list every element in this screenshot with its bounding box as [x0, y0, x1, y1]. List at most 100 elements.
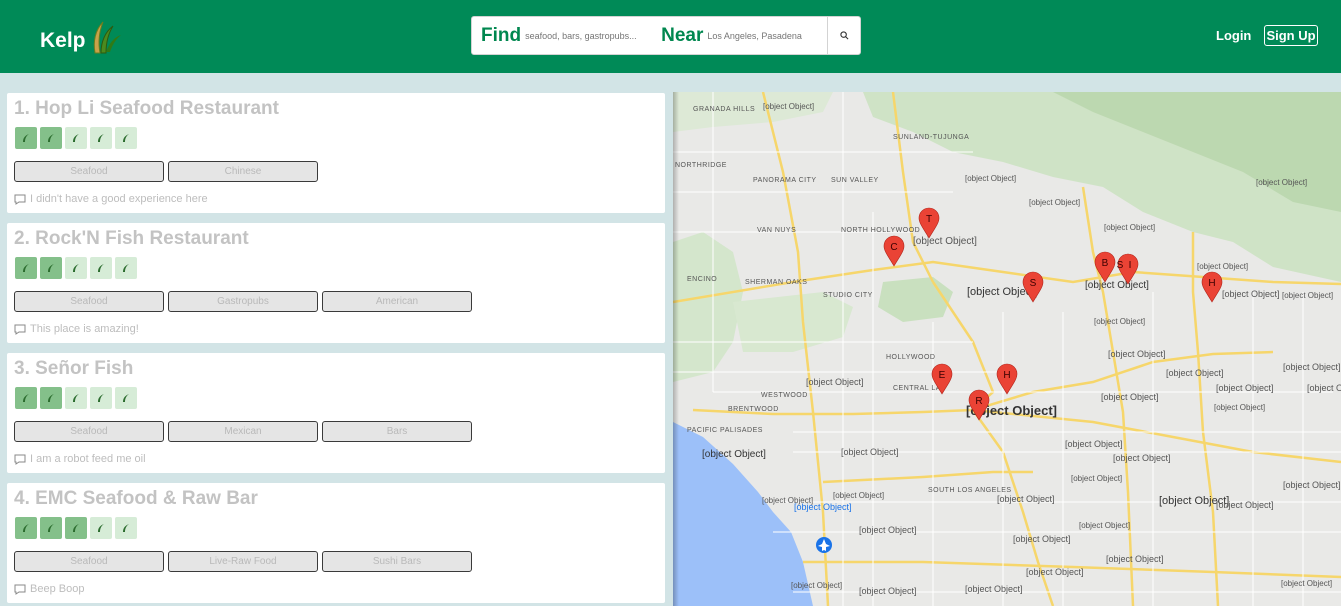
- map-place-label: [object Object]: [965, 174, 1016, 183]
- review-text: I am a robot feed me oil: [30, 453, 146, 465]
- category-tags: Seafood Live-Raw Food Sushi Bars: [14, 551, 472, 572]
- map-place-label: [object Object]: [1283, 480, 1341, 490]
- rating-stars: [15, 127, 137, 149]
- category-tag[interactable]: Seafood: [14, 291, 164, 312]
- map-place-label: [object Object]: [794, 502, 852, 512]
- kelp-rating-icon: [115, 257, 137, 279]
- map-place-label: [object Object]: [1113, 453, 1171, 463]
- kelp-rating-icon: [40, 257, 62, 279]
- result-title[interactable]: 3. Señor Fish: [14, 358, 133, 380]
- result-card[interactable]: 4. EMC Seafood & Raw Bar Seafood Live-Ra…: [7, 483, 665, 603]
- map-place-label: [object Object]: [1197, 262, 1248, 271]
- category-tag[interactable]: Live-Raw Food: [168, 551, 318, 572]
- map-place-label: [object Object]: [997, 494, 1055, 504]
- result-card[interactable]: 3. Señor Fish Seafood Mexican Bars I am …: [7, 353, 665, 473]
- map-district-label: STUDIO CITY: [823, 292, 873, 299]
- result-title[interactable]: 4. EMC Seafood & Raw Bar: [14, 488, 258, 510]
- kelp-rating-icon: [115, 127, 137, 149]
- kelp-rating-icon: [115, 387, 137, 409]
- map-place-label: [object Object]: [1108, 349, 1166, 359]
- map-marker-label: S: [1117, 260, 1124, 271]
- map-district-label: BRENTWOOD: [728, 406, 779, 413]
- results-map[interactable]: GRANADA HILLS SUNLAND-TUJUNGA NORTHRIDGE…: [673, 92, 1341, 606]
- map-district-label: NORTH HOLLYWOOD: [841, 227, 920, 234]
- map-place-label: [object Object]: [1101, 392, 1159, 402]
- near-label: Near: [661, 24, 704, 46]
- map-place-label: [object Object]: [791, 581, 842, 590]
- search-button[interactable]: [827, 17, 860, 54]
- map-place-label: [object Object]: [1214, 403, 1265, 412]
- map-marker-label: C: [890, 242, 897, 253]
- comment-icon: [14, 324, 26, 335]
- rating-stars: [15, 387, 137, 409]
- near-input[interactable]: [707, 30, 828, 41]
- map-district-label: WESTWOOD: [761, 392, 808, 399]
- kelp-rating-icon: [65, 387, 87, 409]
- kelp-rating-icon: [65, 127, 87, 149]
- result-card[interactable]: 2. Rock'N Fish Restaurant Seafood Gastro…: [7, 223, 665, 343]
- map-district-label: ENCINO: [687, 276, 717, 283]
- result-title[interactable]: 2. Rock'N Fish Restaurant: [14, 228, 249, 250]
- category-tag[interactable]: Seafood: [14, 161, 164, 182]
- map-district-label: HOLLYWOOD: [886, 354, 936, 361]
- comment-icon: [14, 584, 26, 595]
- map-place-label: [object Object]: [1216, 383, 1274, 393]
- category-tags: Seafood Chinese: [14, 161, 318, 182]
- kelp-rating-icon: [15, 127, 37, 149]
- review-snippet: Beep Boop: [14, 583, 84, 595]
- map-place-label: [object Object]: [806, 377, 864, 387]
- kelp-rating-icon: [15, 257, 37, 279]
- map-marker-label: S: [1030, 278, 1037, 289]
- map-marker-label: B: [1102, 258, 1109, 269]
- map-district-label: SOUTH LOS ANGELES: [928, 487, 1012, 494]
- map-place-label: [object Object]: [913, 236, 977, 247]
- review-snippet: I am a robot feed me oil: [14, 453, 146, 465]
- map-place-label: [object Object]: [1282, 291, 1333, 300]
- review-text: This place is amazing!: [30, 323, 139, 335]
- kelp-rating-icon: [90, 387, 112, 409]
- category-tag[interactable]: American: [322, 291, 472, 312]
- map-place-label: [object Object]: [1094, 317, 1145, 326]
- result-title[interactable]: 1. Hop Li Seafood Restaurant: [14, 98, 279, 120]
- map-district-label: PANORAMA CITY: [753, 177, 817, 184]
- logo[interactable]: Kelp: [40, 21, 123, 60]
- map-district-label: SUN VALLEY: [831, 177, 879, 184]
- category-tag[interactable]: Bars: [322, 421, 472, 442]
- map-place-label: [object Object]: [1085, 280, 1149, 291]
- map-marker-label: E: [939, 370, 946, 381]
- map-place-label: [object Object]: [965, 584, 1023, 594]
- map-district-label: PACIFIC PALISADES: [687, 427, 763, 434]
- kelp-rating-icon: [90, 257, 112, 279]
- map-district-label: VAN NUYS: [757, 227, 796, 234]
- kelp-rating-icon: [90, 517, 112, 539]
- category-tag[interactable]: Mexican: [168, 421, 318, 442]
- kelp-rating-icon: [115, 517, 137, 539]
- category-tag[interactable]: Seafood: [14, 551, 164, 572]
- result-card[interactable]: 1. Hop Li Seafood Restaurant Seafood Chi…: [7, 93, 665, 213]
- map-place-label: [object Object]: [1283, 362, 1341, 372]
- map-district-label: NORTHRIDGE: [675, 162, 727, 169]
- map-place-label: [object Object]: [859, 586, 917, 596]
- top-header: Kelp Find Near Login Sign Up: [0, 0, 1341, 73]
- comment-icon: [14, 194, 26, 205]
- map-place-label: [object Object]: [1013, 534, 1071, 544]
- find-input[interactable]: [525, 30, 652, 41]
- signup-button[interactable]: Sign Up: [1264, 25, 1318, 46]
- category-tag[interactable]: Sushi Bars: [322, 551, 472, 572]
- login-link[interactable]: Login: [1216, 28, 1251, 43]
- kelp-leaf-icon: [89, 18, 123, 60]
- search-icon: [839, 31, 848, 40]
- map-canvas[interactable]: GRANADA HILLS SUNLAND-TUJUNGA NORTHRIDGE…: [673, 92, 1341, 606]
- review-snippet: I didn't have a good experience here: [14, 193, 208, 205]
- map-place-label: [object Object]: [833, 491, 884, 500]
- kelp-rating-icon: [40, 387, 62, 409]
- category-tag[interactable]: Seafood: [14, 421, 164, 442]
- map-district-label: SHERMAN OAKS: [745, 279, 807, 286]
- map-place-label: [object Object]: [1065, 439, 1123, 449]
- logo-text: Kelp: [40, 29, 86, 52]
- category-tag[interactable]: Gastropubs: [168, 291, 318, 312]
- category-tag[interactable]: Chinese: [168, 161, 318, 182]
- rating-stars: [15, 517, 137, 539]
- map-place-label: [object Object]: [1307, 383, 1341, 393]
- map-place-label: [object Object]: [1079, 521, 1130, 530]
